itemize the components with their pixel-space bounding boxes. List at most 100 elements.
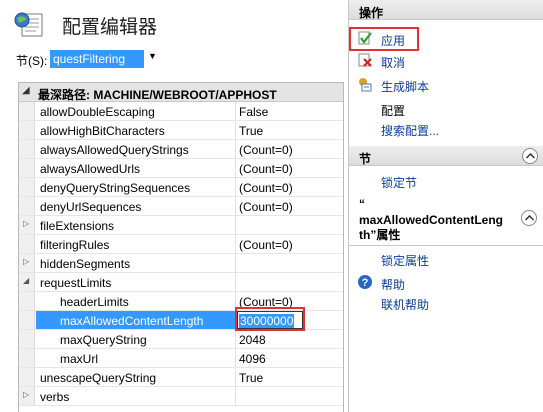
lock-section-label: 锁定节 bbox=[381, 176, 418, 190]
row-gutter bbox=[19, 140, 35, 158]
column-divider bbox=[235, 368, 236, 386]
grid-row-requestLimits[interactable]: ◢ requestLimits bbox=[19, 273, 343, 292]
page-title: 配置编辑器 bbox=[62, 17, 158, 38]
property-grid: ◢ 最深路径: MACHINE/WEBROOT/APPHOST allowDou… bbox=[18, 82, 344, 412]
row-gutter bbox=[19, 102, 35, 120]
search-config-label: 搜索配置... bbox=[381, 124, 440, 138]
property-value[interactable]: (Count=0) bbox=[239, 181, 293, 195]
property-name: fileExtensions bbox=[40, 219, 115, 233]
value-highlight-box bbox=[235, 307, 305, 331]
cancel-button[interactable]: 取消 bbox=[349, 52, 543, 70]
section-label: 节(S): bbox=[16, 54, 48, 68]
row-gutter: ▷ bbox=[19, 216, 35, 234]
row-gutter bbox=[19, 159, 35, 177]
lock-section-link[interactable]: 锁定节 bbox=[349, 172, 543, 190]
row-gutter: ◢ bbox=[19, 273, 35, 291]
column-divider bbox=[235, 178, 236, 196]
column-divider bbox=[235, 387, 236, 405]
property-name: maxUrl bbox=[60, 352, 98, 366]
property-name: maxQueryString bbox=[60, 333, 147, 347]
apply-highlight-box bbox=[349, 27, 419, 51]
chevron-up-icon bbox=[526, 153, 535, 159]
row-gutter bbox=[19, 349, 35, 367]
column-divider bbox=[235, 216, 236, 234]
property-name: hiddenSegments bbox=[40, 257, 131, 271]
grid-row-maxQueryString[interactable]: maxQueryString 2048 bbox=[19, 330, 343, 349]
row-gutter bbox=[19, 178, 35, 196]
row-gutter bbox=[19, 368, 35, 386]
property-value[interactable]: True bbox=[239, 371, 263, 385]
section-dropdown-value: questFiltering bbox=[50, 50, 144, 68]
search-config-link[interactable]: 搜索配置... bbox=[349, 120, 543, 138]
grid-row-verbs[interactable]: ▷ verbs bbox=[19, 387, 343, 406]
svg-text:?: ? bbox=[362, 277, 369, 289]
row-gutter bbox=[19, 235, 35, 253]
property-name: alwaysAllowedUrls bbox=[40, 162, 141, 176]
property-name: maxAllowedContentLength bbox=[60, 314, 204, 328]
grid-row-unescapeQueryString[interactable]: unescapeQueryString True bbox=[19, 368, 343, 387]
row-gutter bbox=[19, 121, 35, 139]
attribute-title-line2: th”属性 bbox=[359, 228, 401, 242]
lock-attribute-link[interactable]: 锁定属性 bbox=[349, 250, 543, 268]
property-value[interactable]: False bbox=[239, 105, 268, 119]
grid-row-fileExtensions[interactable]: ▷ fileExtensions bbox=[19, 216, 343, 235]
column-divider bbox=[235, 235, 236, 253]
attribute-title-line1: maxAllowedContentLeng bbox=[359, 213, 504, 227]
property-name: denyQueryStringSequences bbox=[40, 181, 191, 195]
config-editor-icon bbox=[14, 12, 43, 37]
column-divider bbox=[235, 273, 236, 291]
collapse-triangle-icon[interactable]: ◢ bbox=[22, 85, 30, 96]
expand-triangle-icon[interactable]: ▷ bbox=[23, 390, 29, 399]
cancel-label: 取消 bbox=[381, 56, 406, 70]
grid-row-alwaysAllowedUrls[interactable]: alwaysAllowedUrls (Count=0) bbox=[19, 159, 343, 178]
property-name: verbs bbox=[40, 390, 70, 404]
column-divider bbox=[235, 121, 236, 139]
property-value[interactable]: (Count=0) bbox=[239, 162, 293, 176]
grid-row-denyQueryStringSequences[interactable]: denyQueryStringSequences (Count=0) bbox=[19, 178, 343, 197]
page-header: 配置编辑器 bbox=[0, 0, 348, 44]
help-link[interactable]: ? 帮助 bbox=[349, 274, 543, 292]
column-divider bbox=[235, 159, 236, 177]
section-pane-header: 节 bbox=[349, 146, 543, 166]
grid-row-denyUrlSequences[interactable]: denyUrlSequences (Count=0) bbox=[19, 197, 343, 216]
property-value[interactable]: (Count=0) bbox=[239, 200, 293, 214]
online-help-link[interactable]: 联机帮助 bbox=[349, 294, 543, 312]
actions-pane-header: 操作 bbox=[349, 0, 543, 20]
section-collapse-button[interactable] bbox=[522, 148, 538, 164]
property-name: filteringRules bbox=[40, 238, 110, 252]
generate-script-button[interactable]: 生成脚本 bbox=[349, 76, 543, 94]
property-value[interactable]: True bbox=[239, 124, 263, 138]
grid-path-header[interactable]: ◢ 最深路径: MACHINE/WEBROOT/APPHOST bbox=[19, 83, 343, 102]
grid-row-allowDoubleEscaping[interactable]: allowDoubleEscaping False bbox=[19, 102, 343, 121]
property-value[interactable]: (Count=0) bbox=[239, 143, 293, 157]
grid-row-alwaysAllowedQueryStrings[interactable]: alwaysAllowedQueryStrings (Count=0) bbox=[19, 140, 343, 159]
expand-triangle-icon[interactable]: ▷ bbox=[23, 219, 29, 228]
grid-row-maxUrl[interactable]: maxUrl 4096 bbox=[19, 349, 343, 368]
config-editor-pane: 配置编辑器 节(S): questFiltering ▼ ◢ 最深路径: MAC… bbox=[0, 0, 348, 412]
attribute-quote-mark: “ bbox=[359, 197, 365, 211]
generate-script-label: 生成脚本 bbox=[381, 80, 430, 94]
grid-row-filteringRules[interactable]: filteringRules (Count=0) bbox=[19, 235, 343, 254]
property-name: requestLimits bbox=[40, 276, 112, 290]
property-value[interactable]: 4096 bbox=[239, 352, 266, 366]
grid-row-allowHighBitCharacters[interactable]: allowHighBitCharacters True bbox=[19, 121, 343, 140]
chevron-down-icon[interactable]: ▼ bbox=[148, 51, 157, 61]
property-name: allowDoubleEscaping bbox=[40, 105, 155, 119]
expand-triangle-icon[interactable]: ▷ bbox=[23, 257, 29, 266]
column-divider bbox=[235, 197, 236, 215]
row-gutter bbox=[19, 292, 35, 310]
attribute-collapse-button[interactable] bbox=[521, 210, 537, 226]
collapse-triangle-icon[interactable]: ◢ bbox=[23, 276, 29, 285]
column-divider bbox=[235, 254, 236, 272]
cancel-x-icon bbox=[358, 53, 372, 67]
lock-attribute-label: 锁定属性 bbox=[381, 254, 430, 268]
property-value[interactable]: 2048 bbox=[239, 333, 266, 347]
help-label: 帮助 bbox=[381, 278, 406, 292]
property-value[interactable]: (Count=0) bbox=[239, 238, 293, 252]
grid-row-hiddenSegments[interactable]: ▷ hiddenSegments bbox=[19, 254, 343, 273]
grid-path-label: 最深路径: MACHINE/WEBROOT/APPHOST bbox=[38, 88, 277, 102]
column-divider bbox=[235, 330, 236, 348]
online-help-label: 联机帮助 bbox=[381, 298, 430, 312]
property-name: denyUrlSequences bbox=[40, 200, 142, 214]
section-dropdown[interactable]: questFiltering ▼ bbox=[50, 50, 162, 68]
